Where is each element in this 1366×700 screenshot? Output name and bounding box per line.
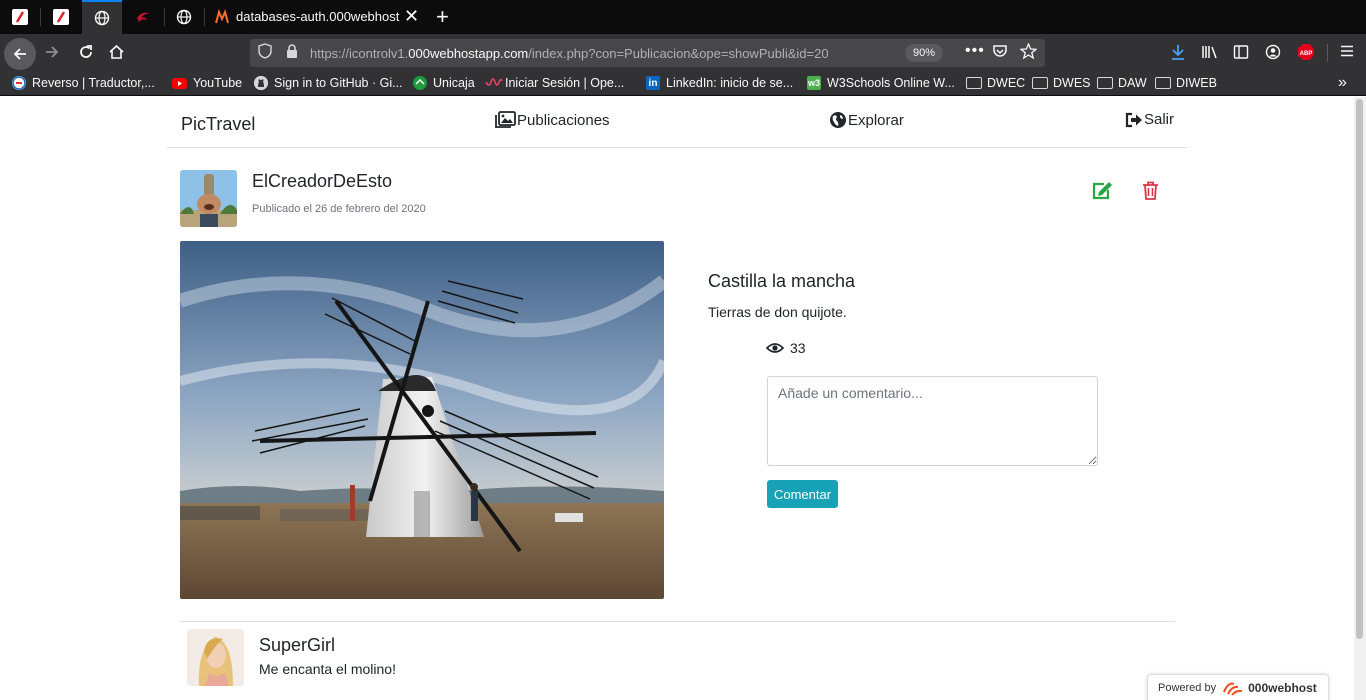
download-icon[interactable] xyxy=(1170,44,1186,64)
globe-icon xyxy=(176,9,192,25)
post-photo[interactable] xyxy=(180,241,664,599)
folder-icon xyxy=(966,77,982,89)
post-description: Tierras de don quijote. xyxy=(708,304,847,320)
comment-input[interactable] xyxy=(767,376,1098,466)
red-logo-icon xyxy=(135,9,151,25)
pocket-icon[interactable] xyxy=(992,43,1008,62)
powered-by-label: Powered by xyxy=(1158,682,1217,694)
edit-icon[interactable] xyxy=(1092,181,1113,205)
bookmark-github[interactable]: Sign in to GitHub · Gi... xyxy=(254,76,403,90)
tab-title: databases-auth.000webhost.c xyxy=(236,9,400,24)
bookmark-reverso[interactable]: Reverso | Traductor,... xyxy=(12,76,155,90)
bookmarks-overflow-icon[interactable]: » xyxy=(1338,74,1347,92)
000webhost-icon xyxy=(214,9,230,25)
folder-icon xyxy=(1155,77,1171,89)
browser-tab-bar: databases-auth.000webhost.c ✕ + xyxy=(0,0,1366,34)
adblock-icon[interactable]: ABP xyxy=(1297,43,1315,65)
bookmark-iniciar-sesion[interactable]: Iniciar Sesión | Ope... xyxy=(485,76,624,90)
svg-text:ABP: ABP xyxy=(1300,51,1313,57)
hamburger-menu-icon[interactable] xyxy=(1340,44,1354,62)
star-icon[interactable] xyxy=(1019,42,1038,62)
images-icon xyxy=(495,111,516,128)
pinned-tab-1[interactable] xyxy=(0,0,40,34)
tab-favicon-icon xyxy=(53,9,69,25)
bookmark-linkedin[interactable]: in LinkedIn: inicio de se... xyxy=(646,76,793,90)
post-date: Publicado el 26 de febrero del 2020 xyxy=(252,203,426,215)
comment-text: Me encanta el molino! xyxy=(259,661,396,677)
close-tab-icon[interactable]: ✕ xyxy=(404,7,419,25)
nav-publicaciones[interactable]: Publicaciones xyxy=(494,111,610,129)
nav-salir-label: Salir xyxy=(1144,111,1175,128)
page-viewport: PicTravel Publicaciones Explorar Salir E… xyxy=(0,97,1366,700)
page-scrollbar[interactable] xyxy=(1354,97,1366,700)
w3schools-icon: w3 xyxy=(807,76,821,90)
library-icon[interactable] xyxy=(1201,44,1219,64)
back-button[interactable] xyxy=(4,38,36,70)
bookmark-w3schools[interactable]: w3 W3Schools Online W... xyxy=(807,76,955,90)
shield-icon[interactable] xyxy=(258,43,272,62)
arrow-left-icon xyxy=(13,48,26,60)
site-brand[interactable]: PicTravel xyxy=(181,114,255,135)
bookmark-unicaja[interactable]: Unicaja xyxy=(413,76,475,90)
nav-explorar[interactable]: Explorar xyxy=(829,111,904,129)
reload-icon xyxy=(80,45,92,58)
post-author[interactable]: ElCreadorDeEsto xyxy=(252,171,392,192)
post-title: Castilla la mancha xyxy=(708,271,856,291)
reload-button[interactable] xyxy=(78,44,94,60)
nav-publicaciones-label: Publicaciones xyxy=(517,111,610,129)
nav-explorar-label: Explorar xyxy=(848,111,904,129)
tab-favicon-icon xyxy=(12,9,28,25)
powered-by-badge[interactable]: Powered by 000webhost xyxy=(1147,674,1329,700)
comment-button[interactable]: Comentar xyxy=(767,480,838,508)
url-text: https://icontrolv1.000webhostapp.com/ind… xyxy=(310,46,829,61)
comments-divider xyxy=(180,621,1175,622)
unicaja-icon xyxy=(413,76,427,90)
globe-icon xyxy=(94,10,110,26)
separator xyxy=(1327,44,1328,62)
views-count: 33 xyxy=(790,340,806,356)
openbank-icon xyxy=(485,76,503,90)
zoom-level[interactable]: 90% xyxy=(905,44,944,62)
views-counter: 33 xyxy=(766,340,806,356)
github-icon xyxy=(254,76,268,90)
bookmark-youtube[interactable]: YouTube xyxy=(172,76,242,90)
globe-africa-icon xyxy=(830,112,846,128)
bookmark-folder-dwec[interactable]: DWEC xyxy=(966,76,1025,90)
trash-icon[interactable] xyxy=(1142,181,1159,205)
home-button[interactable] xyxy=(108,44,125,60)
home-icon xyxy=(109,44,124,59)
eye-icon xyxy=(766,343,784,353)
folder-icon xyxy=(1032,77,1048,89)
url-bar[interactable]: https://icontrolv1.000webhostapp.com/ind… xyxy=(250,39,1045,67)
new-tab-button[interactable]: + xyxy=(436,4,449,30)
site-navbar: PicTravel Publicaciones Explorar Salir xyxy=(167,97,1187,148)
youtube-icon xyxy=(172,77,187,89)
linkedin-icon: in xyxy=(646,76,660,90)
000webhost-logo-icon xyxy=(1223,682,1243,696)
folder-icon xyxy=(1097,77,1113,89)
browser-toolbar: https://icontrolv1.000webhostapp.com/ind… xyxy=(0,34,1366,72)
author-avatar[interactable] xyxy=(180,170,237,227)
forward-button[interactable] xyxy=(44,44,60,60)
bookmark-folder-diweb[interactable]: DIWEB xyxy=(1155,76,1217,90)
comment-author[interactable]: SuperGirl xyxy=(259,635,335,656)
page-actions-icon[interactable]: ••• xyxy=(965,42,985,60)
bookmarks-toolbar: Reverso | Traductor,... YouTube Sign in … xyxy=(0,72,1366,96)
sign-out-icon xyxy=(1125,112,1142,127)
scrollbar-thumb[interactable] xyxy=(1356,99,1363,639)
bookmark-folder-daw[interactable]: DAW xyxy=(1097,76,1147,90)
sidebar-icon[interactable] xyxy=(1233,44,1249,64)
pinned-tab-5[interactable] xyxy=(165,0,203,34)
account-icon[interactable] xyxy=(1265,44,1281,64)
arrow-right-icon xyxy=(46,46,59,58)
lock-icon[interactable] xyxy=(286,43,298,62)
bookmark-folder-dwes[interactable]: DWES xyxy=(1032,76,1091,90)
reverso-icon xyxy=(12,76,26,90)
pinned-tab-3[interactable] xyxy=(82,0,122,34)
powered-by-brand: 000webhost xyxy=(1248,681,1317,695)
pinned-tab-2[interactable] xyxy=(41,0,81,34)
nav-salir[interactable]: Salir xyxy=(1125,111,1174,128)
pinned-tab-4[interactable] xyxy=(123,0,163,34)
comment-avatar[interactable] xyxy=(187,629,244,686)
